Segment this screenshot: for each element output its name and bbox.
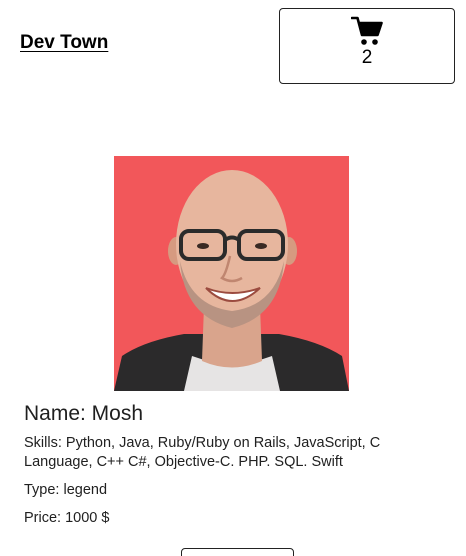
profile-info: Name: Mosh Skills: Python, Java, Ruby/Ru… [24, 400, 444, 537]
brand-link[interactable]: Dev Town [20, 32, 108, 54]
developer-name: Name: Mosh [24, 402, 144, 425]
cart-button[interactable]: 2 [279, 8, 455, 84]
developer-photo [114, 156, 349, 391]
add-to-cart-button[interactable] [181, 548, 294, 556]
cart-count: 2 [361, 47, 373, 68]
developer-skills: Skills: Python, Java, Ruby/Ruby on Rails… [24, 435, 381, 470]
page: Dev Town 2 Name: Mosh Skills: Python, Ja… [0, 0, 466, 556]
shopping-cart-icon [351, 16, 383, 45]
developer-type: Type: legend [24, 482, 108, 498]
developer-price: Price: 1000 $ [24, 510, 110, 526]
